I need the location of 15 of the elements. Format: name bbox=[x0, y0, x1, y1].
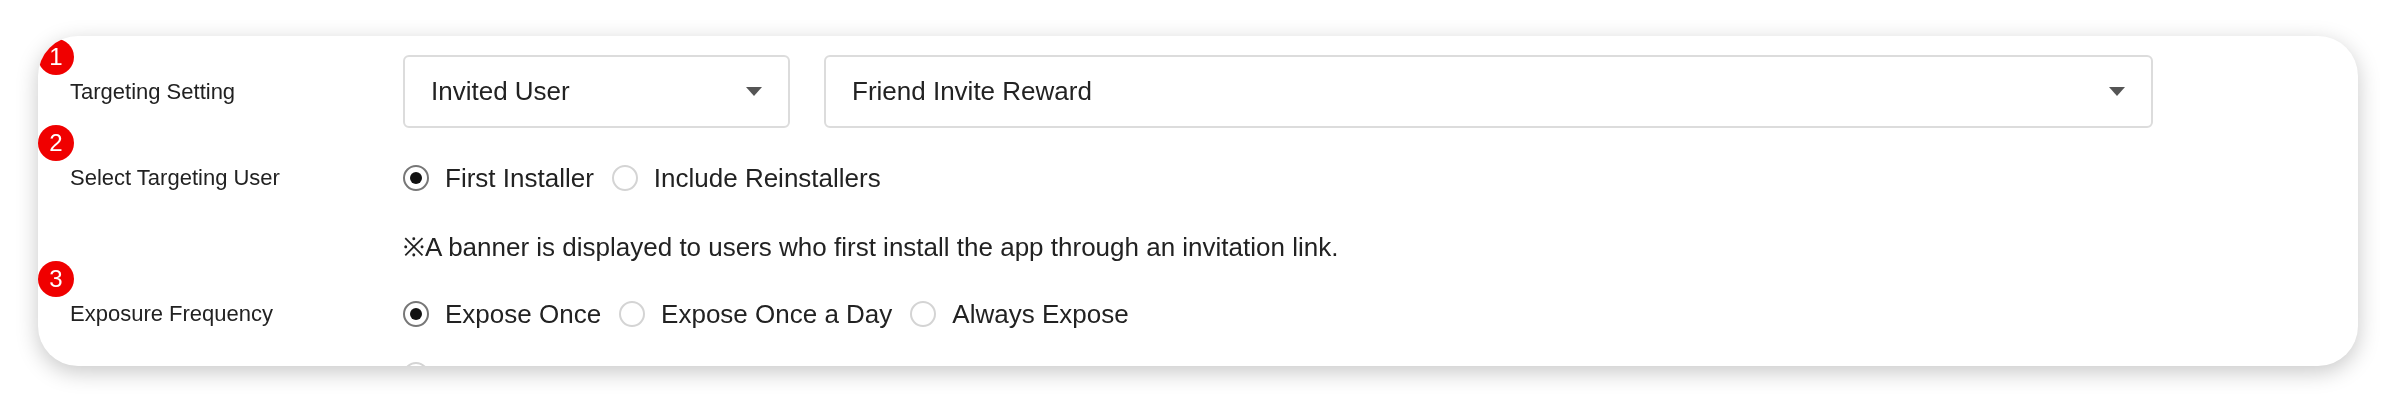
info-note: ※A banner is displayed to users who first install the app through an invitation link. bbox=[403, 231, 1339, 264]
radio-label[interactable]: First Installer bbox=[445, 158, 594, 198]
radio-label[interactable]: Include Reinstallers bbox=[653, 158, 881, 198]
step-badge: 1 bbox=[38, 38, 74, 75]
radio-label[interactable]: Expose Once bbox=[445, 294, 602, 334]
radio-button[interactable] bbox=[403, 165, 429, 191]
dropdown[interactable]: Invited User bbox=[403, 55, 790, 128]
caret-icon bbox=[2109, 87, 2125, 96]
caret-icon bbox=[746, 87, 762, 96]
step-badge: 3 bbox=[38, 261, 74, 297]
radio-label[interactable]: Expose Once a Day bbox=[661, 294, 893, 334]
radio-button[interactable] bbox=[403, 301, 429, 327]
step-badge: 2 bbox=[38, 125, 74, 161]
dropdown[interactable]: Friend Invite Reward bbox=[824, 55, 2153, 128]
radio-label[interactable]: Always Expose bbox=[952, 294, 1129, 334]
